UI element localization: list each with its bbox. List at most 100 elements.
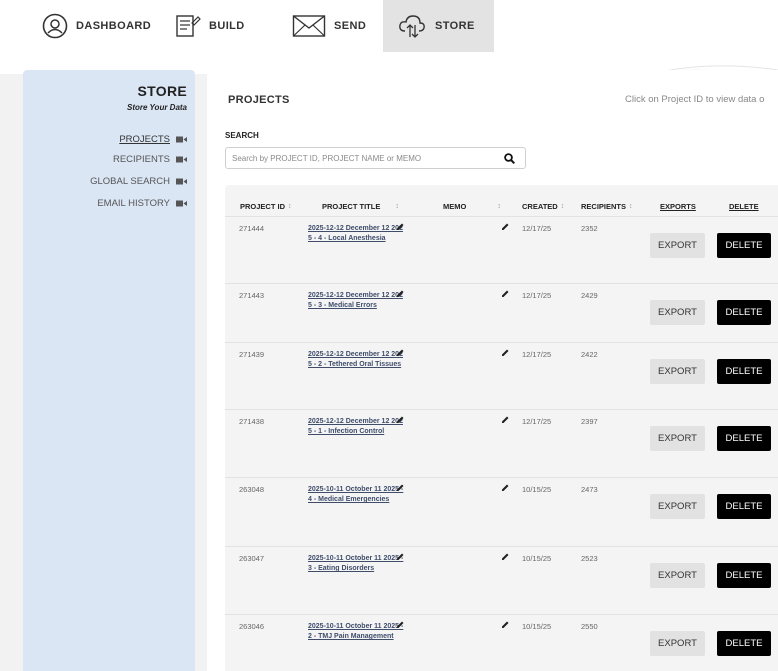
search-box: [225, 147, 526, 169]
export-button[interactable]: EXPORT: [650, 631, 705, 656]
sort-icon: ↕: [497, 202, 501, 210]
sidebar-item-recipients[interactable]: RECIPIENTS: [113, 152, 187, 166]
sidebar-item-projects[interactable]: PROJECTS: [119, 132, 187, 146]
sidebar-item-label: RECIPIENTS: [112, 153, 170, 165]
delete-button[interactable]: DELETE: [717, 631, 771, 656]
edit-pencil-icon[interactable]: [501, 552, 510, 561]
sidebar-item-label: EMAIL HISTORY: [97, 197, 170, 209]
sidebar-item-global-search[interactable]: GLOBAL SEARCH: [90, 174, 187, 188]
edit-pencil-icon[interactable]: [501, 348, 510, 357]
created-date: 10/15/25: [522, 485, 552, 494]
project-title-link[interactable]: 2025-12-12 December 12 2025 - 1 - Infect…: [308, 417, 406, 437]
edit-pencil-icon[interactable]: [501, 415, 510, 424]
project-title-link[interactable]: 2025-10-11 October 11 2025 - 2 - TMJ Pai…: [308, 622, 406, 642]
edit-pencil-icon[interactable]: [501, 620, 510, 629]
export-button[interactable]: EXPORT: [650, 300, 705, 325]
project-id[interactable]: 271438: [239, 417, 264, 426]
delete-button[interactable]: DELETE: [717, 300, 771, 325]
search-input[interactable]: [232, 148, 492, 168]
recipients-count: 2473: [581, 485, 598, 494]
delete-button[interactable]: DELETE: [717, 359, 771, 384]
created-date: 10/15/25: [522, 554, 552, 563]
edit-pencil-icon[interactable]: [396, 222, 405, 231]
recipients-count: 2397: [581, 417, 598, 426]
recipients-count: 2550: [581, 622, 598, 631]
project-title-link[interactable]: 2025-12-12 December 12 2025 - 4 - Local …: [308, 224, 406, 244]
project-title-link[interactable]: 2025-10-11 October 11 2025 - 4 - Medical…: [308, 485, 406, 505]
video-camera-icon: [176, 136, 187, 142]
sidebar-item-label: GLOBAL SEARCH: [90, 175, 170, 187]
recipients-count: 2422: [581, 350, 598, 359]
edit-pencil-icon[interactable]: [396, 415, 405, 424]
sidebar-item-label: PROJECTS: [119, 133, 170, 145]
envelope-icon: [292, 15, 326, 37]
nav-send-label: SEND: [334, 20, 367, 32]
project-id[interactable]: 271444: [239, 224, 264, 233]
user-circle-icon: [42, 13, 68, 39]
nav-store-label: STORE: [435, 20, 475, 32]
project-id[interactable]: 263046: [239, 622, 264, 631]
search-label: SEARCH: [225, 131, 259, 140]
header-label: MEMO: [443, 201, 467, 211]
header-project-id[interactable]: PROJECT ID ↕: [240, 200, 292, 212]
edit-pencil-icon[interactable]: [396, 552, 405, 561]
export-button[interactable]: EXPORT: [650, 233, 705, 258]
header-label: PROJECT ID: [240, 201, 286, 211]
header-created[interactable]: CREATED ↕: [522, 200, 564, 212]
created-date: 12/17/25: [522, 417, 552, 426]
search-icon[interactable]: [504, 153, 515, 164]
project-title-link[interactable]: 2025-12-12 December 12 2025 - 3 - Medica…: [308, 291, 406, 311]
project-id[interactable]: 263047: [239, 554, 264, 563]
recipients-count: 2352: [581, 224, 598, 233]
delete-button[interactable]: DELETE: [717, 494, 771, 519]
video-camera-icon: [176, 156, 187, 162]
nav-store[interactable]: STORE: [383, 0, 494, 52]
table-row: 263047 2025-10-11 October 11 2025 - 3 - E…: [225, 546, 778, 613]
delete-button[interactable]: DELETE: [717, 563, 771, 588]
header-label: RECIPIENTS: [581, 201, 627, 211]
edit-pencil-icon[interactable]: [501, 483, 510, 492]
recipients-count: 2429: [581, 291, 598, 300]
created-date: 12/17/25: [522, 350, 552, 359]
export-button[interactable]: EXPORT: [650, 563, 705, 588]
header-memo[interactable]: MEMO ↕: [443, 200, 501, 212]
nav-send[interactable]: SEND: [292, 0, 366, 52]
delete-button[interactable]: DELETE: [717, 233, 771, 258]
project-id[interactable]: 263048: [239, 485, 264, 494]
export-button[interactable]: EXPORT: [650, 359, 705, 384]
project-id[interactable]: 271443: [239, 291, 264, 300]
main-panel: PROJECTS Click on Project ID to view dat…: [207, 70, 778, 671]
nav-build[interactable]: BUILD: [175, 0, 245, 52]
header-project-title[interactable]: PROJECT TITLE ↕: [322, 200, 399, 212]
created-date: 12/17/25: [522, 224, 552, 233]
project-title-link[interactable]: 2025-10-11 October 11 2025 - 3 - Eating …: [308, 554, 406, 574]
header-exports[interactable]: EXPORTS: [660, 200, 696, 212]
nav-build-label: BUILD: [209, 20, 245, 32]
sort-icon: ↕: [288, 202, 292, 210]
sidebar-title: STORE: [137, 83, 187, 99]
sidebar-item-email-history[interactable]: EMAIL HISTORY: [97, 196, 187, 210]
edit-pencil-icon[interactable]: [396, 620, 405, 629]
project-id[interactable]: 271439: [239, 350, 264, 359]
video-camera-icon: [176, 178, 187, 184]
table-row: 271438 2025-12-12 December 12 2025 - 1 - …: [225, 409, 778, 476]
project-title-link[interactable]: 2025-12-12 December 12 2025 - 2 - Tether…: [308, 350, 406, 370]
edit-pencil-icon[interactable]: [501, 289, 510, 298]
header-delete[interactable]: DELETE: [729, 200, 759, 212]
recipients-count: 2523: [581, 554, 598, 563]
page-title: PROJECTS: [228, 94, 290, 106]
nav-dashboard[interactable]: DASHBOARD: [42, 0, 151, 52]
sort-icon: ↕: [560, 202, 565, 210]
edit-pencil-icon[interactable]: [396, 289, 405, 298]
export-button[interactable]: EXPORT: [650, 494, 705, 519]
table-row: 271443 2025-12-12 December 12 2025 - 3 - …: [225, 283, 778, 350]
table-row: 263046 2025-10-11 October 11 2025 - 2 - T…: [225, 614, 778, 671]
top-nav: DASHBOARD BUILD SEND STORE: [0, 0, 778, 52]
edit-pencil-icon[interactable]: [396, 348, 405, 357]
export-button[interactable]: EXPORT: [650, 426, 705, 451]
projects-table: PROJECT ID ↕ PROJECT TITLE ↕ MEMO ↕ CREA…: [225, 185, 778, 671]
edit-pencil-icon[interactable]: [501, 222, 510, 231]
edit-pencil-icon[interactable]: [396, 483, 405, 492]
delete-button[interactable]: DELETE: [717, 426, 771, 451]
header-recipients[interactable]: RECIPIENTS ↕: [581, 200, 633, 212]
